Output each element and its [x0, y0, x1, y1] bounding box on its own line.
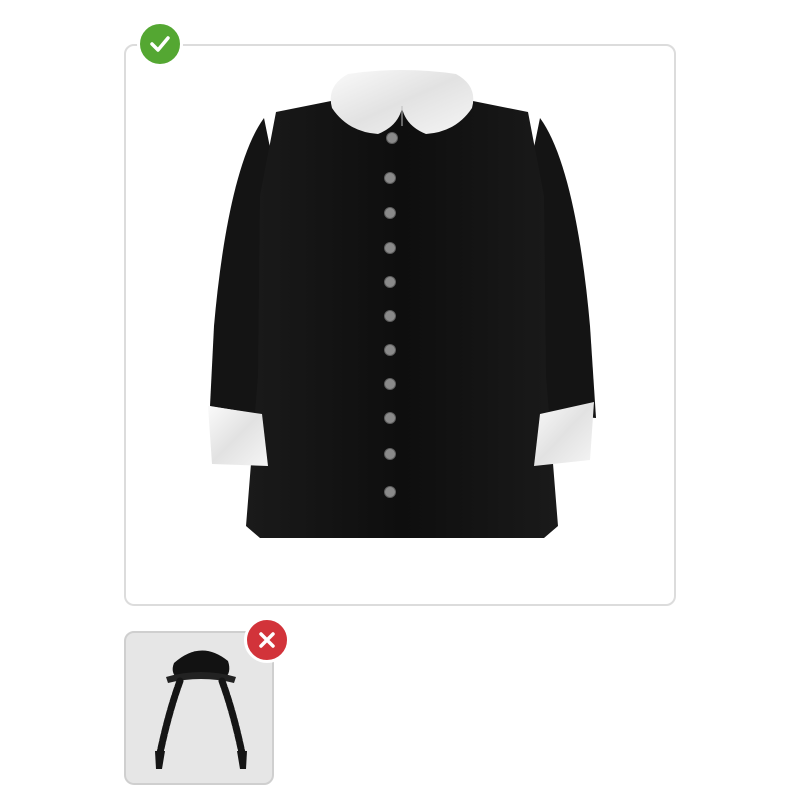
main-product-card: [124, 44, 676, 606]
included-badge: [137, 21, 183, 67]
check-icon: [150, 36, 170, 52]
dress-image: [208, 70, 596, 538]
cross-icon: [259, 632, 275, 648]
not-included-badge: [244, 617, 290, 663]
